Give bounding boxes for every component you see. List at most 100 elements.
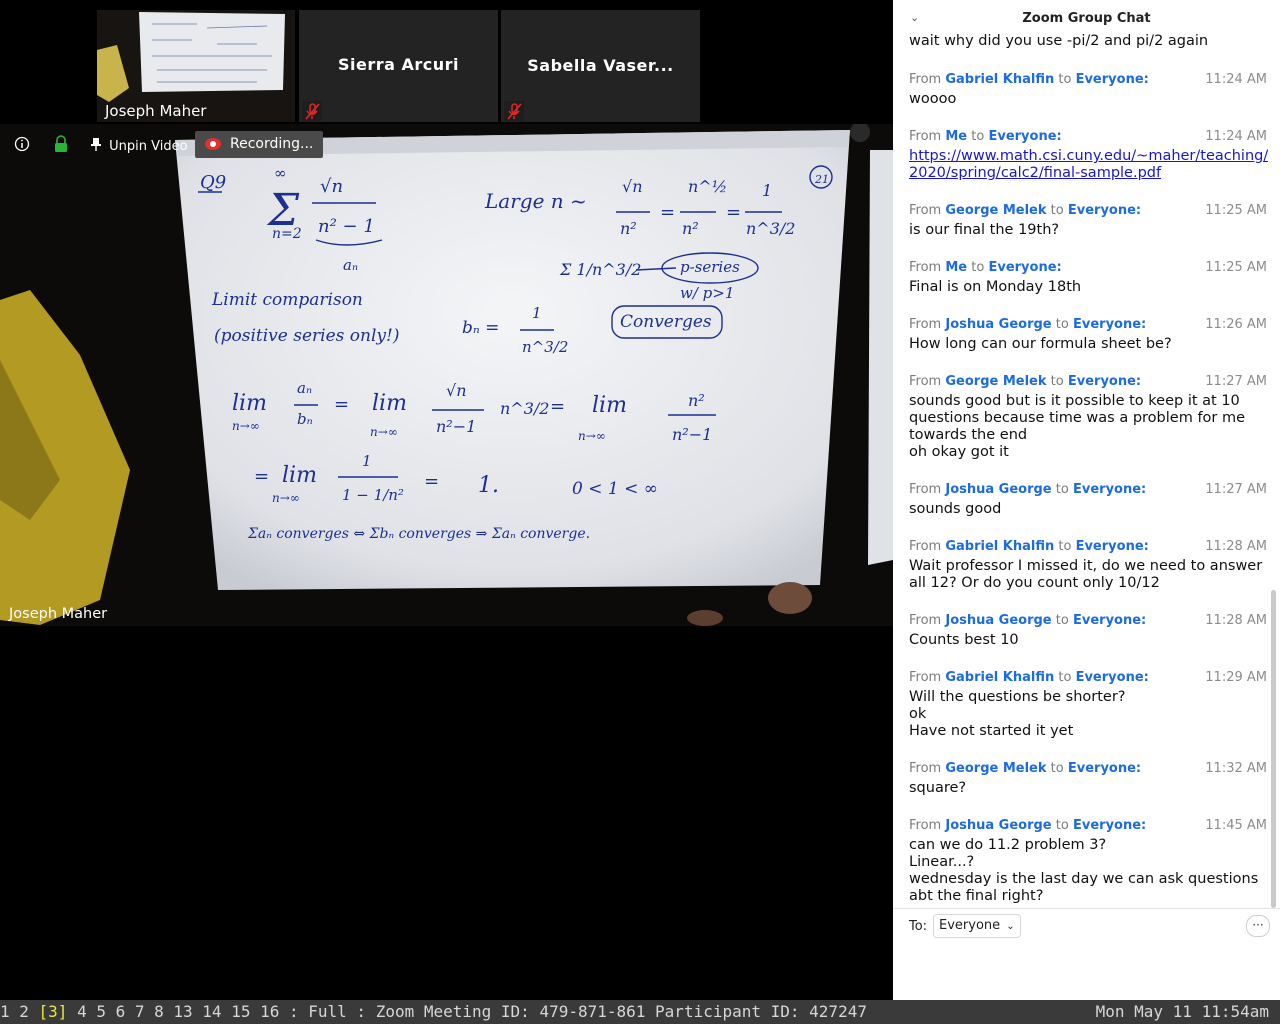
chat-message-header: From George Melek to Everyone: 11:32 AM bbox=[909, 760, 1267, 777]
message-time: 11:28 AM bbox=[1205, 539, 1267, 554]
wb-p-condition: w/ p>1 bbox=[680, 284, 734, 302]
recipient-name: Everyone: bbox=[1075, 539, 1149, 554]
from-word: From bbox=[909, 670, 942, 685]
link-line: https://www.math.csi.cuny.edu/~maher/tea… bbox=[909, 148, 1268, 164]
chat-message-body: is our final the 19th? bbox=[909, 222, 1267, 239]
recording-indicator[interactable]: Recording... bbox=[195, 131, 323, 158]
chat-message-header: From Gabriel Khalfin to Everyone: 11:28 A… bbox=[909, 538, 1267, 555]
wb-limit-comparison: Limit comparison bbox=[211, 290, 363, 310]
chevron-down-icon: ⌄ bbox=[1006, 921, 1015, 932]
sender-name[interactable]: George Melek bbox=[945, 374, 1046, 389]
workspaces-after: 4 5 6 7 8 13 14 15 16 : Full : Zoom Meet… bbox=[67, 1002, 867, 1021]
chat-message: From Joshua George to Everyone: 11:28 AM C… bbox=[909, 612, 1267, 649]
chat-footer: To: Everyone ⌄ ··· bbox=[893, 908, 1280, 1001]
sender-name[interactable]: Joshua George bbox=[945, 613, 1051, 628]
chat-message: From Joshua George to Everyone: 11:27 AM s… bbox=[909, 481, 1267, 518]
message-line: all 12? Or do you count only 10/12 bbox=[909, 575, 1160, 591]
message-line: is our final the 19th? bbox=[909, 222, 1060, 238]
recipient-name: Everyone: bbox=[1072, 613, 1147, 628]
message-time: 11:24 AM bbox=[1205, 129, 1267, 144]
chat-scrollbar[interactable] bbox=[1271, 590, 1276, 908]
to-word: to bbox=[1050, 374, 1064, 389]
from-word: From bbox=[909, 260, 942, 275]
chat-message-header: From George Melek to Everyone: 11:27 AM bbox=[909, 373, 1267, 390]
clock: Mon May 11 11:54am bbox=[1095, 1002, 1269, 1021]
to-word: to bbox=[971, 129, 985, 144]
chat-message-body: https://www.math.csi.cuny.edu/~maher/tea… bbox=[909, 148, 1268, 182]
sender-name[interactable]: Joshua George bbox=[945, 818, 1051, 833]
chat-message-body: square? bbox=[909, 780, 1267, 797]
chat-message-body: sounds good but is it possible to keep i… bbox=[909, 393, 1267, 461]
wb-r1-den2: n²−1 bbox=[672, 425, 712, 444]
wb-eq6: = bbox=[424, 471, 439, 492]
message-line: How long can our formula sheet be? bbox=[909, 336, 1172, 352]
wb-page-number: 21 bbox=[814, 173, 829, 186]
message-line: oh okay got it bbox=[909, 444, 1009, 460]
to-word: to bbox=[1058, 72, 1072, 87]
wb-positive-only: (positive series only!) bbox=[214, 326, 399, 346]
message-line: sounds good but is it possible to keep i… bbox=[909, 393, 1240, 409]
wb-bn-den: n^3/2 bbox=[522, 338, 568, 356]
sender-name[interactable]: Me bbox=[945, 129, 967, 144]
main-video-feed[interactable]: Q9 21 Σ ∞ n=2 √n n² − 1 aₙ Large n ~ √n … bbox=[0, 124, 893, 626]
chat-message-list[interactable]: wait why did you use -pi/2 and pi/2 agai… bbox=[893, 30, 1268, 908]
wb-bn-num: 1 bbox=[532, 304, 542, 322]
unpin-video-button[interactable]: Unpin Video bbox=[91, 137, 188, 154]
recipient-value: Everyone bbox=[939, 918, 1001, 933]
workspaces-before[interactable]: 1 2 bbox=[0, 1002, 39, 1021]
message-line: questions because time was a problem for… bbox=[909, 410, 1246, 426]
recipient-name: Everyone: bbox=[1072, 482, 1147, 497]
from-word: From bbox=[909, 482, 942, 497]
recipient-name: Everyone: bbox=[1067, 203, 1142, 218]
from-word: From bbox=[909, 317, 942, 332]
encryption-lock-icon[interactable] bbox=[53, 135, 69, 157]
participant-name: Sabella Vaser... bbox=[527, 56, 674, 75]
sender-name[interactable]: George Melek bbox=[945, 761, 1046, 776]
chat-message-body: sounds good bbox=[909, 501, 1267, 518]
pin-icon bbox=[91, 138, 101, 151]
recipient-select[interactable]: Everyone ⌄ bbox=[933, 914, 1021, 938]
sender-name[interactable]: Joshua George bbox=[945, 482, 1051, 497]
participant-tile[interactable]: Sabella Vaser... bbox=[501, 10, 700, 122]
sender-name[interactable]: George Melek bbox=[945, 203, 1046, 218]
chat-message: From Gabriel Khalfin to Everyone: 11:28 A… bbox=[909, 538, 1267, 592]
to-word: to bbox=[1058, 670, 1072, 685]
message-time: 11:32 AM bbox=[1205, 761, 1267, 776]
wb-sum-top: ∞ bbox=[274, 164, 287, 182]
sender-name[interactable]: Gabriel Khalfin bbox=[945, 539, 1054, 554]
wb-frac2-num: n^½ bbox=[688, 177, 727, 196]
wb-denominator: n² − 1 bbox=[318, 216, 375, 237]
muted-mic-icon bbox=[504, 101, 524, 121]
wb-eq3: = bbox=[334, 394, 349, 415]
recipient-name: Everyone: bbox=[1067, 374, 1142, 389]
participant-tile[interactable]: Sierra Arcuri bbox=[299, 10, 498, 122]
chat-panel: ⌄ Zoom Group Chat wait why did you use -… bbox=[893, 0, 1280, 1000]
thumb-name: Joseph Maher bbox=[105, 102, 207, 120]
info-icon[interactable] bbox=[14, 136, 30, 156]
message-time: 11:26 AM bbox=[1205, 317, 1267, 332]
chat-message-header: From Gabriel Khalfin to Everyone: 11:24 A… bbox=[909, 71, 1267, 88]
current-workspace[interactable]: [3] bbox=[39, 1002, 68, 1021]
chat-message-partial: wait why did you use -pi/2 and pi/2 agai… bbox=[909, 33, 1209, 49]
wb-numerator: √n bbox=[320, 176, 343, 197]
wb-eq4: = bbox=[550, 396, 565, 417]
wb-n-inf-1: n→∞ bbox=[232, 419, 260, 433]
recipient-name: Everyone: bbox=[1072, 818, 1147, 833]
more-options-button[interactable]: ··· bbox=[1246, 915, 1270, 937]
self-thumbnail[interactable]: Joseph Maher bbox=[97, 10, 295, 122]
chat-message-body: woooo bbox=[909, 91, 1267, 108]
sender-name[interactable]: Gabriel Khalfin bbox=[945, 670, 1054, 685]
message-link[interactable]: https://www.math.csi.cuny.edu/~maher/tea… bbox=[909, 148, 1268, 181]
sender-name[interactable]: Joshua George bbox=[945, 317, 1051, 332]
chat-message-header: From Me to Everyone: 11:25 AM bbox=[909, 259, 1267, 276]
message-line: Will the questions be shorter? bbox=[909, 689, 1126, 705]
sender-name[interactable]: Gabriel Khalfin bbox=[945, 72, 1054, 87]
chat-message-header: From Joshua George to Everyone: 11:27 AM bbox=[909, 481, 1267, 498]
message-line: Final is on Monday 18th bbox=[909, 279, 1082, 295]
wb-bn: bₙ = bbox=[462, 318, 499, 338]
message-line: woooo bbox=[909, 91, 957, 107]
wb-r2-inequality: 0 < 1 < ∞ bbox=[572, 479, 658, 499]
main-participant-name: Joseph Maher bbox=[9, 606, 108, 622]
sender-name[interactable]: Me bbox=[945, 260, 967, 275]
wb-eq2: = bbox=[726, 202, 741, 223]
